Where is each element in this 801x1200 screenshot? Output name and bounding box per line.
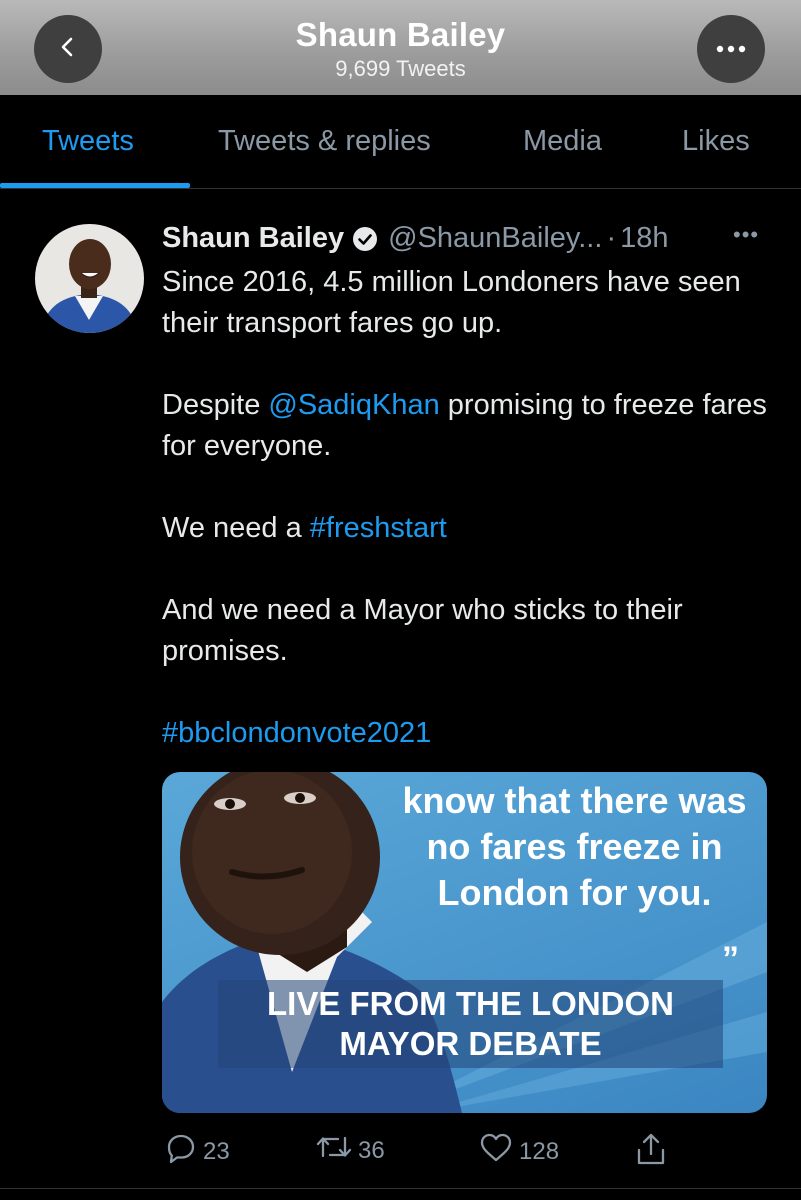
- hashtag-link[interactable]: #freshstart: [310, 512, 447, 544]
- like-count: 128: [519, 1137, 560, 1165]
- tweet-timestamp[interactable]: 18h: [620, 222, 668, 255]
- profile-tabs: Tweets Tweets & replies Media Likes: [0, 95, 801, 189]
- tweet-paragraph: And we need a Mayor who sticks to their …: [162, 594, 683, 667]
- tab-likes[interactable]: Likes: [682, 125, 750, 158]
- hashtag-link[interactable]: #bbclondonvote2021: [162, 717, 431, 749]
- mention-link[interactable]: @SadiqKhan: [268, 389, 439, 421]
- separator-dot: ·: [606, 222, 617, 254]
- author-handle[interactable]: @ShaunBailey...: [388, 222, 602, 255]
- banner-line: LIVE FROM THE LONDON: [267, 985, 674, 1022]
- heart-icon: [479, 1132, 519, 1171]
- verified-badge-icon: [352, 226, 378, 252]
- reply-icon: [165, 1132, 203, 1171]
- profile-header: Shaun Bailey 9,699 Tweets: [0, 0, 801, 95]
- retweet-icon: [316, 1132, 358, 1169]
- avatar[interactable]: [35, 224, 144, 333]
- like-button[interactable]: 128: [479, 1132, 559, 1171]
- quote-mark: ”: [722, 940, 739, 978]
- active-tab-indicator: [0, 183, 190, 188]
- tab-tweets-and-replies[interactable]: Tweets & replies: [218, 125, 431, 158]
- tweet-paragraph: Since 2016, 4.5 million Londoners have s…: [162, 266, 741, 339]
- reply-count: 23: [203, 1137, 230, 1165]
- text-segment: Despite: [162, 389, 269, 421]
- share-icon: [635, 1132, 673, 1173]
- author-name[interactable]: Shaun Bailey: [162, 222, 344, 255]
- ellipsis-icon: [716, 40, 746, 58]
- tab-media[interactable]: Media: [523, 125, 602, 158]
- tweet-paragraph: We need a #freshstart: [162, 508, 772, 549]
- tweet-count: 9,699 Tweets: [335, 56, 466, 81]
- media-banner: LIVE FROM THE LONDON MAYOR DEBATE: [218, 980, 723, 1068]
- reply-button[interactable]: 23: [165, 1132, 230, 1171]
- retweet-button[interactable]: 36: [316, 1132, 385, 1169]
- tweet-header: Shaun Bailey @ShaunBailey... · 18h: [162, 222, 772, 255]
- divider: [0, 1188, 801, 1189]
- media-quote-text: know that there was no fares freeze in L…: [402, 780, 747, 913]
- tweet-more-icon[interactable]: •••: [733, 222, 759, 248]
- tab-tweets[interactable]: Tweets: [42, 125, 134, 158]
- tweet-paragraph: #bbclondonvote2021: [162, 713, 772, 754]
- share-button[interactable]: [635, 1132, 673, 1173]
- text-segment: We need a: [162, 512, 310, 544]
- tweet-media-image[interactable]: know that there was no fares freeze in L…: [162, 772, 767, 1113]
- more-button[interactable]: [697, 15, 765, 83]
- tweet-paragraph: Despite @SadiqKhan promising to freeze f…: [162, 385, 772, 467]
- tweet-text: Since 2016, 4.5 million Londoners have s…: [162, 262, 772, 795]
- banner-line: MAYOR DEBATE: [339, 1025, 602, 1062]
- retweet-count: 36: [358, 1136, 385, 1164]
- profile-title: Shaun Bailey: [295, 16, 506, 53]
